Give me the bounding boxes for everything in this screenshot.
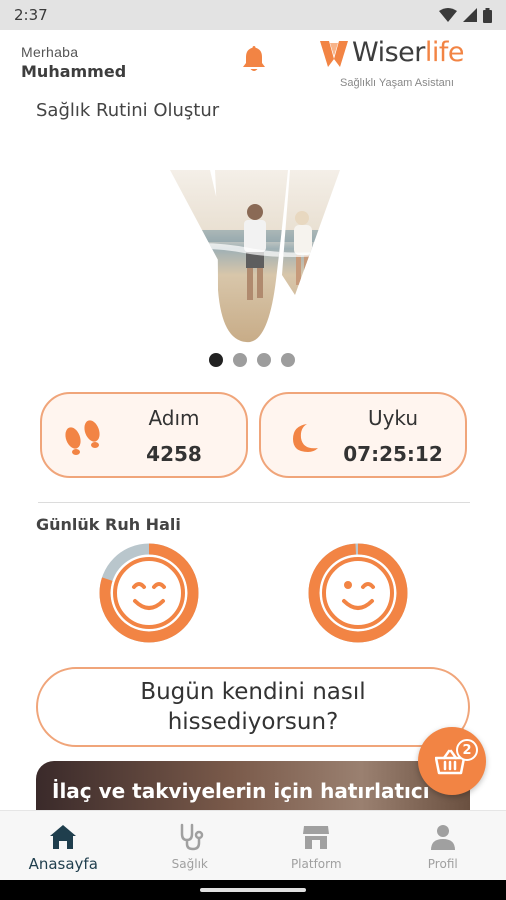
winking-face-icon xyxy=(342,581,375,610)
status-time: 2:37 xyxy=(14,6,48,24)
logo-wiser: Wiser xyxy=(352,37,425,68)
logo-life: life xyxy=(424,37,465,68)
mood-face-content[interactable] xyxy=(99,543,199,643)
nav-item-profil[interactable]: Profil xyxy=(380,811,506,880)
content-face-icon xyxy=(132,582,166,610)
mood-title: Günlük Ruh Hali xyxy=(36,515,181,534)
carousel-dot[interactable] xyxy=(281,353,295,367)
status-bar: 2:37 xyxy=(0,0,506,30)
nav-item-anasayfa[interactable]: Anasayfa xyxy=(0,811,127,880)
carousel-dot[interactable] xyxy=(257,353,271,367)
nav-label: Anasayfa xyxy=(28,855,98,873)
wiserlife-logo: Wiserlife Sağlıklı Yaşam Asistanı xyxy=(318,37,498,93)
signal-icon xyxy=(463,8,477,22)
home-icon xyxy=(50,825,77,849)
reminder-banner-text: İlaç ve takviyelerin için hatırlatıcı xyxy=(52,779,430,803)
logo-subtitle: Sağlıklı Yaşam Asistanı xyxy=(340,77,454,89)
moon-icon xyxy=(293,424,318,452)
battery-icon xyxy=(483,7,492,23)
nav-item-platform[interactable]: Platform xyxy=(253,811,380,880)
carousel-dot[interactable] xyxy=(209,353,223,367)
greeting: Merhaba Muhammed xyxy=(21,44,126,81)
stethoscope-icon xyxy=(180,823,203,851)
sleep-card[interactable]: Uyku 07:25:12 xyxy=(259,392,467,478)
carousel-indicator xyxy=(209,353,295,367)
steps-card[interactable]: Adım 4258 xyxy=(40,392,248,478)
nav-item-saglik[interactable]: Sağlık xyxy=(127,811,254,880)
home-gesture-handle[interactable] xyxy=(200,888,306,892)
bottom-navigation: Anasayfa Sağlık Platform Profil xyxy=(0,810,506,880)
nav-label: Profil xyxy=(427,857,458,871)
routine-title[interactable]: Sağlık Rutini Oluştur xyxy=(36,100,219,121)
logo-wordmark: Wiserlife xyxy=(352,37,465,68)
footsteps-icon xyxy=(65,420,100,455)
feeling-prompt-text: Bugün kendini nasıl hissediyorsun? xyxy=(140,679,366,735)
notification-bell-icon[interactable] xyxy=(240,44,268,74)
steps-label: Adım xyxy=(148,406,200,430)
cart-button[interactable]: 2 xyxy=(418,727,486,795)
mood-ring xyxy=(308,543,408,643)
cart-count-badge: 2 xyxy=(456,739,478,761)
sleep-label: Uyku xyxy=(367,406,419,430)
sleep-value: 07:25:12 xyxy=(343,442,443,466)
greeting-label: Merhaba xyxy=(21,44,79,60)
user-name: Muhammed xyxy=(21,62,127,81)
status-icons xyxy=(439,7,492,23)
mood-face-wink[interactable] xyxy=(308,543,408,643)
wifi-icon xyxy=(439,8,457,22)
feeling-prompt-button[interactable]: Bugün kendini nasıl hissediyorsun? xyxy=(36,667,470,747)
steps-value: 4258 xyxy=(146,442,202,466)
system-navigation-bar xyxy=(0,880,506,900)
section-divider xyxy=(38,502,470,503)
nav-label: Sağlık xyxy=(171,857,208,871)
store-icon xyxy=(303,826,330,849)
nav-label: Platform xyxy=(290,857,342,871)
hero-carousel-image[interactable] xyxy=(170,170,340,345)
carousel-dot[interactable] xyxy=(233,353,247,367)
logo-mark-icon xyxy=(320,41,348,67)
person-icon xyxy=(430,825,455,850)
